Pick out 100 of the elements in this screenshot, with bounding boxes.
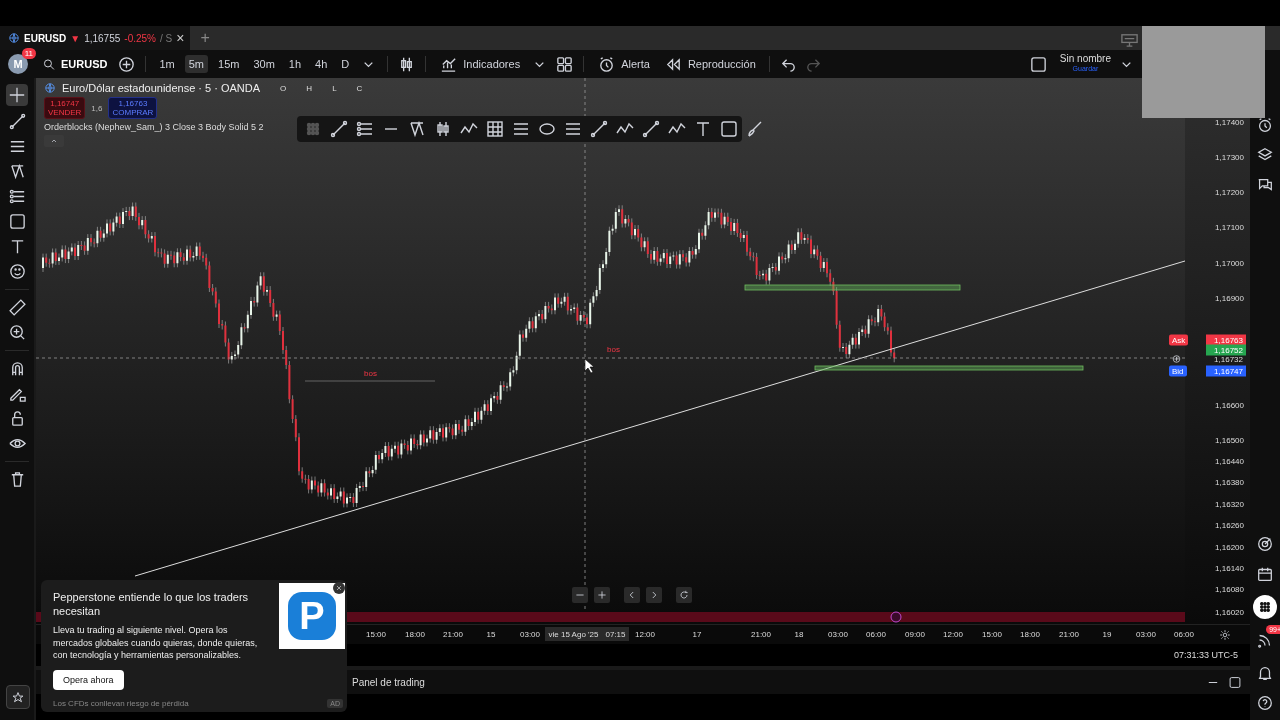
- price-label: 1,17200: [1215, 187, 1244, 197]
- time-label: 03:00: [520, 630, 540, 639]
- ruler-icon[interactable]: [7, 298, 27, 317]
- clock-label: 07:31:33 UTC-5: [1173, 650, 1238, 660]
- checkbox-icon[interactable]: [1028, 54, 1048, 74]
- bell-icon[interactable]: [1256, 664, 1274, 682]
- chart-tab[interactable]: EURUSD ▼ 1,16755 -0.25% / S ×: [0, 26, 191, 50]
- time-label: 03:00: [828, 630, 848, 639]
- price-label: 1,17100: [1215, 222, 1244, 232]
- rectangle-icon[interactable]: [719, 119, 739, 139]
- interval-button[interactable]: 15m: [214, 55, 244, 73]
- table-icon[interactable]: [485, 119, 505, 139]
- price-label: 1,16080: [1215, 584, 1244, 594]
- rectangle-icon[interactable]: [7, 212, 27, 231]
- time-label: 15:00: [366, 630, 386, 639]
- notification-badge: 11: [21, 48, 36, 59]
- ad-title: Pepperstone entiende lo que los traders necesitan: [53, 590, 250, 618]
- event-marker-icon[interactable]: [890, 611, 902, 623]
- ohlc-label: O: [280, 83, 287, 93]
- line-tool-icon[interactable]: [641, 119, 661, 139]
- time-label: 19: [1102, 630, 1112, 639]
- time-label: 06:00: [1174, 630, 1194, 639]
- replay-button[interactable]: Reproducción: [659, 51, 760, 77]
- zoom-out-button[interactable]: [572, 587, 588, 603]
- time-label: 18: [794, 630, 804, 639]
- time-label: 03:00: [1136, 630, 1156, 639]
- interval-button[interactable]: 4h: [311, 55, 332, 73]
- indicators-button[interactable]: Indicadores: [435, 51, 525, 77]
- close-button[interactable]: [333, 582, 345, 594]
- target-icon[interactable]: [1256, 535, 1274, 553]
- calendar-icon[interactable]: [1256, 565, 1274, 583]
- crosshair-date: vie 15 Ago '25: [548, 629, 599, 639]
- interval-button[interactable]: 30m: [249, 55, 279, 73]
- close-button[interactable]: ×: [176, 30, 185, 46]
- sell-button[interactable]: 1,16747 VENDER: [44, 97, 86, 119]
- ask-price-tag: 1,16763: [1206, 334, 1246, 346]
- favorites-button[interactable]: [6, 685, 30, 709]
- interval-button[interactable]: 1h: [284, 55, 306, 73]
- trend-line-icon[interactable]: [7, 112, 27, 131]
- add-marker-icon[interactable]: [1171, 353, 1182, 365]
- cta-button[interactable]: Opera ahora: [53, 669, 124, 690]
- interval-button[interactable]: D: [337, 55, 354, 73]
- reset-icon: [678, 589, 690, 601]
- ohlc-label: C: [356, 83, 363, 93]
- symbol-search[interactable]: EURUSD: [38, 51, 112, 77]
- time-label: 18:00: [1020, 630, 1040, 639]
- crosshair-price-tag: 1,16732: [1206, 353, 1246, 365]
- time-label: 12:00: [943, 630, 963, 639]
- zoom-in-button[interactable]: [594, 587, 610, 603]
- zoom-in-icon: [596, 589, 608, 601]
- line-tool-icon[interactable]: [589, 119, 609, 139]
- zoom-in-icon[interactable]: [7, 323, 27, 342]
- reset-button[interactable]: [676, 587, 692, 603]
- tab-price: 1,16755: [84, 32, 121, 44]
- price-label: 1,16380: [1215, 477, 1244, 487]
- time-label: 09:00: [905, 630, 925, 639]
- settings-icon[interactable]: [1219, 629, 1231, 641]
- chart-label: bos: [607, 345, 620, 354]
- close-icon: [335, 584, 343, 592]
- time-label: 06:00: [866, 630, 886, 639]
- chevron-right-button[interactable]: [646, 587, 662, 603]
- chart-title: Euro/Dólar estadounidense · 5 · OANDA: [62, 82, 261, 94]
- help-icon[interactable]: [1256, 694, 1274, 712]
- spread-value: 1,6: [91, 103, 103, 113]
- time-label: 21:00: [443, 630, 463, 639]
- ohlc-label: L: [332, 83, 337, 93]
- price-label: 1,16600: [1215, 400, 1244, 410]
- time-label: 15: [486, 630, 496, 639]
- interval-button[interactable]: 1m: [155, 55, 179, 73]
- globe-icon: [8, 32, 20, 44]
- alert-button[interactable]: Alerta: [593, 51, 654, 77]
- new-tab-button[interactable]: +: [200, 29, 210, 47]
- alarm-clock-icon[interactable]: [1256, 116, 1274, 134]
- pattern-icon[interactable]: [407, 119, 427, 139]
- chart-label: bos: [364, 369, 377, 378]
- monitor-icon[interactable]: [1120, 31, 1139, 50]
- layout-name[interactable]: Sin nombre: [1059, 54, 1111, 64]
- price-label: 1,16140: [1215, 563, 1244, 573]
- smiley-icon[interactable]: [7, 262, 27, 281]
- interval-button[interactable]: 5m: [184, 55, 208, 73]
- apps-button[interactable]: [1253, 595, 1277, 619]
- chevron-left-button[interactable]: [624, 587, 640, 603]
- tab-change: -0.25%: [124, 32, 156, 44]
- ask-label: Ask: [1169, 334, 1189, 346]
- price-label: 1,16500: [1215, 435, 1244, 445]
- buy-button[interactable]: 1,16763 COMPRAR: [108, 97, 158, 119]
- last-price-tag: 1,16752: [1206, 344, 1246, 356]
- price-label: 1,17400: [1215, 117, 1244, 127]
- price-label: 1,16900: [1215, 293, 1244, 303]
- line-tool-icon[interactable]: [329, 119, 349, 139]
- price-label: 1,17000: [1215, 258, 1244, 268]
- indicator-label: Orderblocks (Nephew_Sam_) 3 Close 3 Body Solid 5 2: [44, 122, 265, 132]
- crosshair-time: 07:15: [605, 629, 626, 639]
- layout-grid-icon[interactable]: [555, 54, 575, 74]
- globe-icon: [44, 82, 56, 94]
- settings-list-icon[interactable]: [355, 119, 375, 139]
- panel-title[interactable]: Panel de trading: [352, 676, 425, 688]
- ohlc-label: H: [306, 83, 313, 93]
- add-icon[interactable]: [117, 54, 137, 74]
- crosshair-icon[interactable]: [6, 84, 28, 106]
